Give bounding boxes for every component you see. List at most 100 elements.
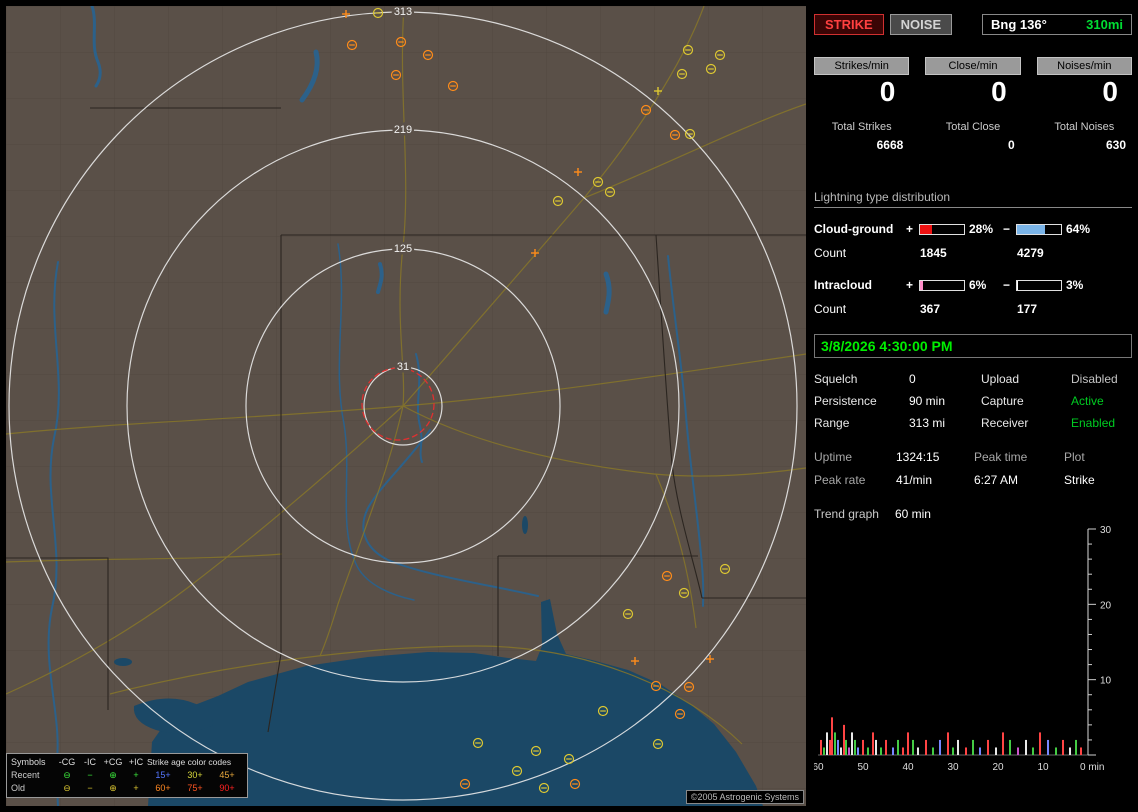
trend-graph-label: Trend graph [814, 507, 879, 521]
cg-minus-bar [1016, 224, 1062, 235]
ic-count-label: Count [814, 302, 906, 316]
age-90: 90+ [211, 782, 243, 795]
legend-row-recent-label: Recent [11, 769, 55, 782]
peak-time-value: 6:27 AM [974, 473, 1064, 487]
svg-text:219: 219 [394, 124, 412, 136]
bearing-range: 310mi [1086, 17, 1123, 32]
legend-col-pic: +IC [125, 756, 147, 769]
ic-minus-bar [1016, 280, 1062, 291]
close-per-min-label: Close/min [925, 57, 1020, 75]
total-close-label: Total Close [925, 121, 1020, 133]
legend-age-header: Strike age color codes [147, 756, 243, 769]
upload-label: Upload [981, 372, 1071, 386]
peak-rate-label: Peak rate [814, 473, 896, 487]
pic-recent-icon: + [125, 769, 147, 782]
symbol-legend: Symbols -CG -IC +CG +IC Strike age color… [6, 753, 248, 798]
svg-text:40: 40 [902, 762, 914, 773]
strike-button[interactable]: STRIKE [814, 14, 884, 35]
strikes-per-min-column: Strikes/min 0 Total Strikes 6668 [814, 57, 909, 152]
svg-text:0 min: 0 min [1080, 762, 1104, 773]
cg-plus-pct: 28% [965, 222, 1003, 236]
legend-col-pcg: +CG [101, 756, 125, 769]
total-noises-value: 630 [1037, 138, 1132, 152]
pcg-old-icon: ⊕ [101, 782, 125, 795]
total-strikes-value: 6668 [814, 138, 909, 152]
peak-time-label: Peak time [974, 450, 1064, 464]
svg-text:30: 30 [947, 762, 959, 773]
svg-text:20: 20 [992, 762, 1004, 773]
noises-per-min-column: Noises/min 0 Total Noises 630 [1037, 57, 1132, 152]
squelch-label: Squelch [814, 372, 909, 386]
cg-plus-bar [919, 224, 965, 235]
ic-plus-bar [919, 280, 965, 291]
uptime-value: 1324:15 [896, 450, 974, 464]
trend-graph-window: 60 min [895, 507, 931, 521]
upload-value: Disabled [1071, 372, 1132, 386]
age-60: 60+ [147, 782, 179, 795]
intracloud-row: Intracloud + 6% − 3% [814, 278, 1132, 292]
intracloud-label: Intracloud [814, 278, 906, 292]
legend-col-nic: -IC [79, 756, 101, 769]
plot-value: Strike [1064, 473, 1132, 487]
persistence-label: Persistence [814, 394, 909, 408]
datetime-display: 3/8/2026 4:30:00 PM [814, 334, 1132, 358]
close-per-min-value: 0 [925, 75, 1020, 109]
map-canvas: 313 219 125 31 [6, 6, 806, 806]
svg-text:60: 60 [814, 762, 824, 773]
pcg-recent-icon: ⊕ [101, 769, 125, 782]
total-strikes-label: Total Strikes [814, 121, 909, 133]
squelch-value: 0 [909, 372, 981, 386]
svg-text:50: 50 [857, 762, 869, 773]
age-30: 30+ [179, 769, 211, 782]
trend-graph: 30 20 10 60 50 40 30 20 10 0 min [814, 525, 1132, 784]
total-close-value: 0 [925, 138, 1020, 152]
bearing-value: Bng 136° [991, 17, 1047, 32]
plus-sign: + [906, 278, 919, 292]
legend-symbols-header: Symbols [11, 756, 55, 769]
pic-old-icon: + [125, 782, 147, 795]
noise-button[interactable]: NOISE [890, 14, 952, 35]
session-stats: Uptime 1324:15 Peak time Plot Peak rate … [814, 450, 1132, 487]
svg-text:10: 10 [1037, 762, 1049, 773]
copyright-label: ©2005 Astrogenic Systems [686, 790, 804, 804]
plus-sign: + [906, 222, 919, 236]
uptime-label: Uptime [814, 450, 896, 464]
age-45: 45+ [211, 769, 243, 782]
ic-minus-count: 177 [1003, 302, 1100, 316]
ncg-old-icon: ⊖ [55, 782, 79, 795]
svg-text:313: 313 [394, 6, 412, 18]
total-noises-label: Total Noises [1037, 121, 1132, 133]
close-per-min-column: Close/min 0 Total Close 0 [925, 57, 1020, 152]
receiver-label: Receiver [981, 416, 1071, 430]
cloud-ground-label: Cloud-ground [814, 222, 906, 236]
peak-rate-value: 41/min [896, 473, 974, 487]
bearing-display: Bng 136° 310mi [982, 14, 1132, 35]
ic-minus-pct: 3% [1062, 278, 1100, 292]
legend-col-ncg: -CG [55, 756, 79, 769]
range-label: Range [814, 416, 909, 430]
persistence-value: 90 min [909, 394, 981, 408]
svg-text:10: 10 [1100, 676, 1112, 687]
trend-graph-header: Trend graph 60 min [814, 507, 1132, 521]
ic-plus-pct: 6% [965, 278, 1003, 292]
plot-label: Plot [1064, 450, 1132, 464]
svg-text:30: 30 [1100, 525, 1112, 536]
svg-text:20: 20 [1100, 600, 1112, 611]
age-75: 75+ [179, 782, 211, 795]
rate-counters: Strikes/min 0 Total Strikes 6668 Close/m… [814, 57, 1132, 152]
cloud-ground-row: Cloud-ground + 28% − 64% [814, 222, 1132, 236]
noises-per-min-label: Noises/min [1037, 57, 1132, 75]
nic-recent-icon: − [79, 769, 101, 782]
strike-map[interactable]: 313 219 125 31 Symbols -CG -IC +CG +IC Stri… [6, 6, 806, 806]
cg-minus-count: 4279 [1003, 246, 1100, 260]
control-panel: STRIKE NOISE Bng 136° 310mi Strikes/min … [812, 6, 1134, 806]
intracloud-counts: Count 367 177 [814, 302, 1132, 316]
ncg-recent-icon: ⊖ [55, 769, 79, 782]
svg-text:31: 31 [397, 361, 409, 373]
settings-grid: Squelch 0 Upload Disabled Persistence 90… [814, 372, 1132, 430]
noises-per-min-value: 0 [1037, 75, 1132, 109]
range-value: 313 mi [909, 416, 981, 430]
svg-text:125: 125 [394, 243, 412, 255]
cg-plus-count: 1845 [906, 246, 1003, 260]
minus-sign: − [1003, 222, 1016, 236]
